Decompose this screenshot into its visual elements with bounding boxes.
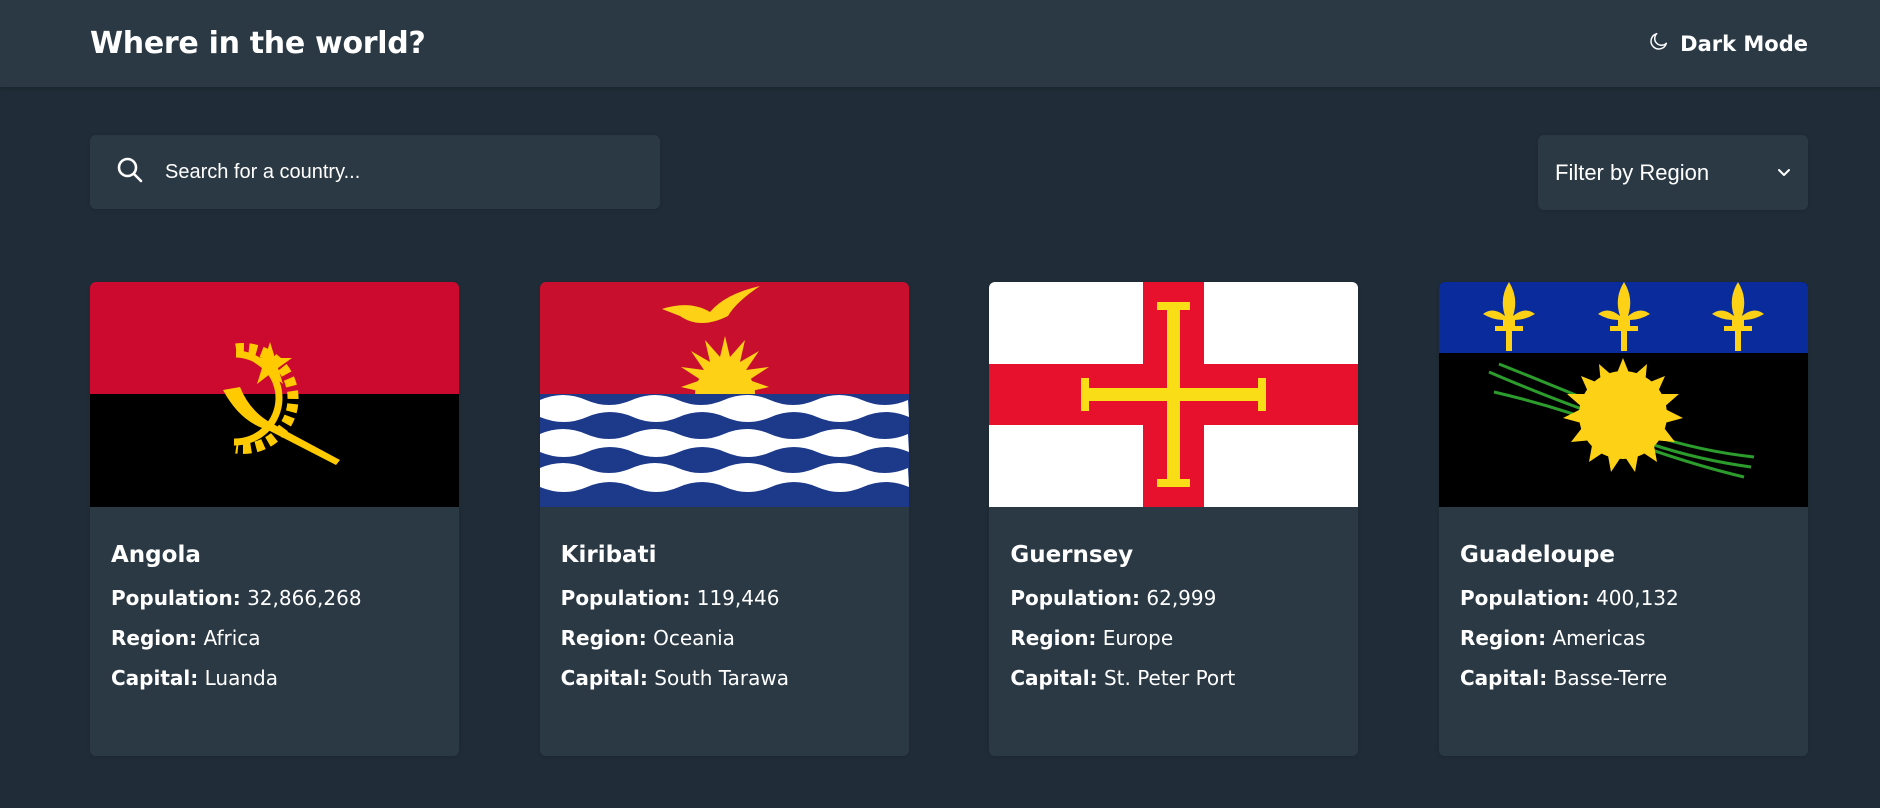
search-input[interactable] (163, 151, 607, 193)
population-value: 32,866,268 (247, 586, 362, 610)
country-card-guernsey[interactable]: Guernsey Population: 62,999 Region: Euro… (989, 282, 1359, 756)
population-stat: Population: 119,446 (561, 586, 888, 610)
card-info: Guernsey Population: 62,999 Region: Euro… (989, 507, 1358, 690)
country-name: Guadeloupe (1459, 542, 1615, 568)
capital-stat: Capital: Basse-Terre (1460, 666, 1787, 690)
country-card-angola[interactable]: Angola Population: 32,866,268 Region: Af… (90, 282, 459, 756)
app-title: Where in the world? (90, 26, 426, 61)
capital-value: Basse-Terre (1553, 666, 1668, 690)
population-label: Population: (111, 586, 241, 610)
population-label: Population: (1459, 586, 1590, 610)
population-value: 62,999 (1146, 586, 1217, 610)
site-header: Where in the world? Dark Mode (0, 0, 1880, 87)
region-label: Region: (111, 626, 198, 650)
dark-mode-toggle[interactable]: Dark Mode (1648, 30, 1808, 57)
region-label: Region: (1459, 626, 1547, 650)
card-info: Guadeloupe Population: 400,132 Region: A… (1439, 507, 1808, 690)
capital-stat: Capital: St. Peter Port (1010, 666, 1337, 690)
guernsey-flag-image (989, 282, 1359, 507)
region-filter-select[interactable]: Filter by Region (1538, 135, 1808, 210)
population-value: 119,446 (696, 586, 780, 610)
region-label: Region: (1010, 626, 1097, 650)
angola-flag-image (90, 282, 459, 507)
moon-icon (1648, 30, 1670, 57)
search-icon (115, 155, 145, 189)
region-value: Americas (1552, 626, 1646, 650)
region-stat: Region: Europe (1010, 626, 1337, 650)
region-value: Europe (1102, 626, 1174, 650)
dark-mode-label: Dark Mode (1680, 31, 1808, 56)
population-stat: Population: 62,999 (1010, 586, 1337, 610)
capital-stat: Capital: South Tarawa (561, 666, 888, 690)
country-name: Kiribati (560, 542, 657, 568)
population-value: 400,132 (1596, 586, 1679, 610)
search-box[interactable] (90, 135, 660, 209)
region-stat: Region: Africa (111, 626, 438, 650)
capital-stat: Capital: Luanda (111, 666, 438, 690)
country-card-kiribati[interactable]: Kiribati Population: 119,446 Region: Oce… (539, 282, 909, 756)
controls-bar: Filter by Region (90, 135, 1808, 210)
region-value: Oceania (653, 626, 735, 650)
card-info: Kiribati Population: 119,446 Region: Oce… (540, 507, 909, 690)
chevron-down-icon (1776, 160, 1792, 186)
capital-label: Capital: (1459, 666, 1548, 690)
guadeloupe-flag-image (1438, 282, 1808, 507)
card-info: Angola Population: 32,866,268 Region: Af… (90, 507, 459, 690)
capital-value: South Tarawa (654, 666, 790, 690)
population-label: Population: (560, 586, 691, 610)
capital-value: St. Peter Port (1103, 666, 1236, 690)
country-card-guadeloupe[interactable]: Guadeloupe Population: 400,132 Region: A… (1438, 282, 1808, 756)
capital-label: Capital: (111, 666, 199, 690)
population-label: Population: (1010, 586, 1141, 610)
region-stat: Region: Oceania (561, 626, 888, 650)
capital-value: Luanda (204, 666, 278, 690)
capital-label: Capital: (1010, 666, 1098, 690)
country-name: Guernsey (1010, 542, 1134, 568)
country-name: Angola (111, 542, 201, 568)
population-stat: Population: 32,866,268 (111, 586, 438, 610)
country-grid: Angola Population: 32,866,268 Region: Af… (90, 282, 1808, 756)
kiribati-flag-image (539, 282, 909, 507)
capital-label: Capital: (560, 666, 648, 690)
region-filter-label: Filter by Region (1555, 159, 1710, 185)
region-value: Africa (203, 626, 261, 650)
population-stat: Population: 400,132 (1460, 586, 1787, 610)
region-stat: Region: Americas (1460, 626, 1787, 650)
region-label: Region: (560, 626, 647, 650)
